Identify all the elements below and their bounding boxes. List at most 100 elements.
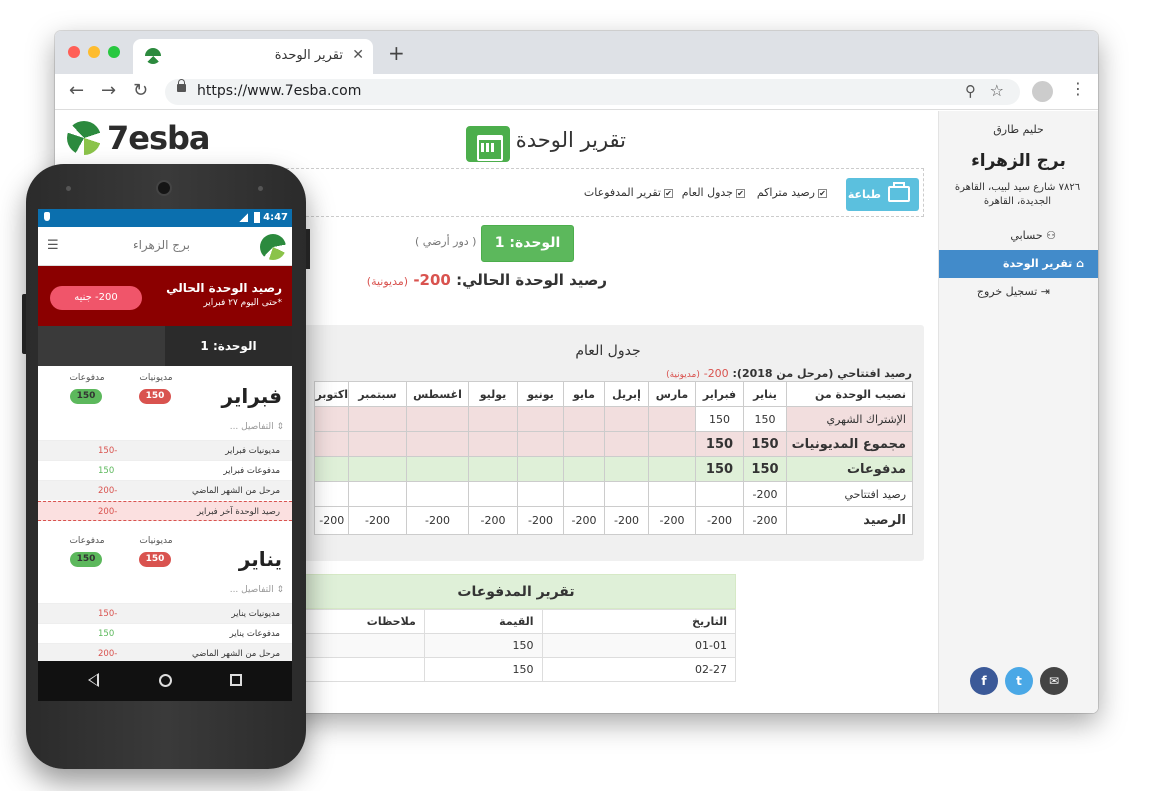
unit-label[interactable]: الوحدة: 1 xyxy=(165,326,292,366)
table-cell xyxy=(517,406,564,432)
payments-table: التاريخ القيمة ملاحظات 01-01 150 02-27 1… xyxy=(296,609,737,682)
opening-label: رصيد افتتاحي (مرحل من 2018): xyxy=(732,367,912,380)
sidebar-item-logout[interactable]: ⇥ تسجيل خروج xyxy=(939,278,1098,306)
mobile-title: برج الزهراء xyxy=(132,238,190,252)
back-icon[interactable]: ← xyxy=(69,80,84,101)
table-cell: 200- xyxy=(604,506,649,535)
close-tab-icon[interactable]: ✕ xyxy=(352,47,364,63)
sidebar-item-account[interactable]: ⚇ حسابي xyxy=(939,222,1098,250)
facebook-share-button[interactable]: f xyxy=(970,667,998,695)
recent-apps-icon[interactable] xyxy=(230,674,242,686)
list-item: مدفوعات يناير 150 xyxy=(38,623,292,643)
row-label: مرحل من الشهر الماضي xyxy=(192,486,280,496)
site-logo[interactable]: 7esba xyxy=(67,119,212,159)
row-label: مديونيات يناير xyxy=(231,609,280,619)
debts-pill: 150 xyxy=(139,552,171,567)
debts-label: مديونيات xyxy=(139,536,173,546)
table-cell xyxy=(648,456,696,482)
mobile-header: برج الزهراء ☰ xyxy=(38,227,292,266)
table-cell xyxy=(348,456,407,482)
phone-device: 4:47 برج الزهراء ☰ رصيد الوحدة الحالي *ح… xyxy=(22,164,310,769)
zoom-icon[interactable]: ⚲ xyxy=(965,82,976,100)
balance-label: رصيد الوحدة الحالي: xyxy=(456,271,607,289)
home-icon[interactable] xyxy=(159,674,172,687)
payments-report-checkbox[interactable]: ✔تقرير المدفوعات xyxy=(584,186,673,199)
reload-icon[interactable]: ↻ xyxy=(133,80,148,101)
address-bar: ← → ↻ https://www.7esba.com ⚲ ☆ ⋮ xyxy=(55,74,1098,110)
month-name: فبراير xyxy=(221,384,282,408)
cumulative-balance-checkbox[interactable]: ✔رصيد متراكم xyxy=(757,186,827,199)
details-toggle[interactable]: ⇕ التفاصيل ... xyxy=(230,422,284,432)
table-row: 02-27 150 xyxy=(296,657,737,682)
yearly-table-checkbox[interactable]: ✔جدول العام xyxy=(682,186,745,199)
table-row: الرصيد 200- 200- 200- 200- 200- 200- 200… xyxy=(314,506,913,535)
table-cell: 200- xyxy=(468,506,518,535)
checkbox-label: تقرير المدفوعات xyxy=(583,186,661,199)
table-cell xyxy=(517,481,564,507)
hamburger-menu-icon[interactable]: ☰ xyxy=(47,238,59,253)
general-table-title: جدول العام xyxy=(575,343,641,359)
list-item: مديونيات يناير -150 xyxy=(38,603,292,623)
browser-menu-icon[interactable]: ⋮ xyxy=(1070,79,1086,98)
table-cell xyxy=(348,481,407,507)
logo-mark-icon xyxy=(67,121,101,155)
url-text[interactable]: https://www.7esba.com xyxy=(197,83,361,99)
row-label: رصيد الوحدة آخر فبراير xyxy=(196,507,280,517)
logo-text: 7esba xyxy=(107,119,211,157)
table-cell xyxy=(314,406,349,432)
back-icon[interactable] xyxy=(88,673,99,687)
table-cell xyxy=(468,406,518,432)
table-cell xyxy=(648,406,696,432)
table-row: 01-01 150 xyxy=(296,633,737,658)
table-cell xyxy=(695,481,744,507)
table-cell xyxy=(604,456,649,482)
minimize-window-button[interactable] xyxy=(88,46,100,58)
table-header-row: التاريخ القيمة ملاحظات xyxy=(296,609,737,634)
general-table: نصيب الوحدة من يناير فبراير مارس إبريل م… xyxy=(314,381,913,535)
table-cell: 200- xyxy=(314,506,349,535)
table-cell xyxy=(604,431,649,457)
table-row: مجموع المديونيات 150 150 xyxy=(314,431,913,457)
forward-icon[interactable]: → xyxy=(101,80,116,101)
url-field[interactable]: https://www.7esba.com ⚲ ☆ xyxy=(165,79,1020,105)
row-label: مدفوعات يناير xyxy=(229,629,280,639)
table-cell xyxy=(406,456,469,482)
table-cell xyxy=(348,406,407,432)
table-cell xyxy=(406,406,469,432)
table-header-row: نصيب الوحدة من يناير فبراير مارس إبريل م… xyxy=(314,381,913,407)
browser-tab[interactable]: تقرير الوحدة ✕ xyxy=(133,39,373,74)
column-header: التاريخ xyxy=(541,609,737,634)
column-header: يناير xyxy=(743,381,787,407)
balance-banner-title: رصيد الوحدة الحالي xyxy=(166,281,282,295)
column-header: القيمة xyxy=(423,609,543,634)
column-header: سبتمبر xyxy=(348,381,407,407)
table-cell: 02-27 xyxy=(541,657,737,682)
notification-icon xyxy=(44,212,50,221)
row-value: -200 xyxy=(98,507,118,517)
profile-avatar[interactable] xyxy=(1032,81,1053,102)
bookmark-star-icon[interactable]: ☆ xyxy=(990,81,1004,100)
list-item: مدفوعات فبراير 150 xyxy=(38,460,292,480)
row-value: 150 xyxy=(98,466,115,476)
new-tab-button[interactable]: + xyxy=(388,41,405,65)
table-cell: 200- xyxy=(743,481,787,507)
email-share-button[interactable]: ✉ xyxy=(1040,667,1068,695)
twitter-share-button[interactable]: t xyxy=(1005,667,1033,695)
row-value: -200 xyxy=(98,486,118,496)
current-balance: رصيد الوحدة الحالي: 200- (مديونية) xyxy=(367,271,607,289)
details-toggle[interactable]: ⇕ التفاصيل ... xyxy=(230,585,284,595)
maximize-window-button[interactable] xyxy=(108,46,120,58)
building-address: ٧٨٢٦ شارع سيد لبيب، القاهرة الجديدة، الق… xyxy=(954,182,1081,207)
close-window-button[interactable] xyxy=(68,46,80,58)
row-label: مديونيات فبراير xyxy=(225,446,280,456)
logo-mark-icon[interactable] xyxy=(260,234,286,260)
table-cell: 01-01 xyxy=(541,633,737,658)
sidebar-item-label: تقرير الوحدة xyxy=(1003,257,1073,270)
print-button[interactable]: طباعة xyxy=(846,178,919,211)
row-label: مدفوعات xyxy=(786,456,913,482)
row-value: -200 xyxy=(98,649,118,659)
sidebar-item-unit-report[interactable]: ⌂ تقرير الوحدة xyxy=(939,250,1098,278)
phone-button xyxy=(22,294,26,354)
table-cell xyxy=(648,481,696,507)
table-cell: 150 xyxy=(695,456,744,482)
